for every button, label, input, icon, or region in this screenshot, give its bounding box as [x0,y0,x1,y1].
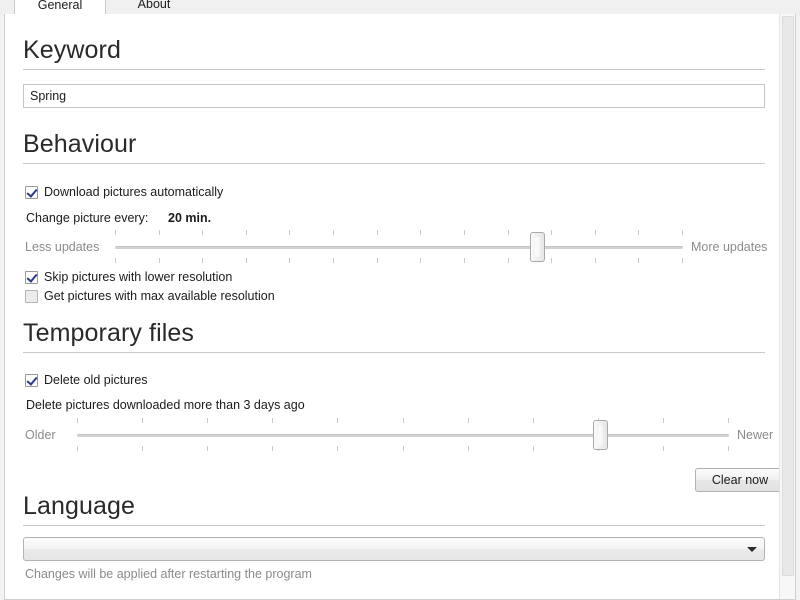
slider-tick [638,230,639,235]
slider-tick [246,230,247,235]
slider-tick [142,418,143,423]
slider-track [115,246,683,249]
max-res-label: Get pictures with max available resoluti… [44,289,275,303]
delete-old-label: Delete old pictures [44,373,148,387]
slider-tick [403,446,404,451]
settings-window: General About Keyword Behaviour Download… [0,0,800,600]
slider-tick [663,446,664,451]
slider-tick [403,418,404,423]
tab-general-label: General [37,0,83,12]
slider-tick [638,258,639,263]
slider-tick [377,258,378,263]
slider-tick [77,446,78,451]
tab-about-label: About [137,0,171,11]
slider-tick [159,258,160,263]
vertical-scrollbar[interactable] [779,14,795,599]
slider-tick [508,258,509,263]
keyword-section-heading: Keyword [23,36,765,70]
behaviour-section-heading: Behaviour [23,130,765,164]
scrollbar-thumb[interactable] [782,16,794,576]
slider-tick [115,258,116,263]
update-frequency-slider[interactable] [115,230,683,264]
checkbox-checked-icon[interactable] [25,374,38,387]
slider-tick [202,258,203,263]
settings-content: Keyword Behaviour Download pictures auto… [5,14,785,599]
checkbox-checked-icon[interactable] [25,271,38,284]
slider-tick [115,230,116,235]
slider-tick [595,230,596,235]
download-auto-checkbox-row[interactable]: Download pictures automatically [25,183,223,201]
max-res-checkbox-row[interactable]: Get pictures with max available resoluti… [25,287,275,305]
slider-older-label: Older [25,428,56,442]
slider-newer-label: Newer [737,428,774,442]
slider-tick [77,418,78,423]
language-select[interactable] [23,537,765,561]
slider-tick [551,258,552,263]
slider-ticks-top [77,418,729,423]
slider-tick [682,258,683,263]
slider-tick [337,446,338,451]
age-description-label: Delete pictures downloaded more than 3 d… [26,398,305,412]
delete-old-checkbox-row[interactable]: Delete old pictures [25,371,148,389]
slider-tick [464,258,465,263]
temporary-files-section-heading: Temporary files [23,319,765,353]
download-auto-label: Download pictures automatically [44,185,224,199]
slider-tick [333,258,334,263]
slider-more-updates-label: More updates [691,240,768,254]
slider-tick [420,230,421,235]
slider-tick [663,418,664,423]
keyword-input[interactable] [23,84,765,108]
slider-tick [533,418,534,423]
slider-tick [289,230,290,235]
slider-ticks-bottom [77,446,729,451]
skip-low-res-label: Skip pictures with lower resolution [44,270,233,284]
clear-now-button[interactable]: Clear now [695,468,785,492]
slider-tick [682,230,683,235]
slider-thumb[interactable] [530,232,545,262]
skip-low-res-checkbox-row[interactable]: Skip pictures with lower resolution [25,268,232,286]
language-restart-note: Changes will be applied after restarting… [25,567,312,581]
slider-ticks-bottom [115,258,683,263]
slider-tick [272,446,273,451]
chevron-down-icon [747,547,757,552]
slider-tick [468,446,469,451]
interval-value-label: 20 min. [168,211,212,225]
slider-tick [595,258,596,263]
checkbox-checked-icon[interactable] [25,186,38,199]
interval-prefix-label: Change picture every: [26,211,149,225]
slider-tick [508,230,509,235]
slider-tick [337,418,338,423]
slider-tick [728,446,729,451]
slider-tick [142,446,143,451]
slider-track [77,434,729,437]
slider-thumb[interactable] [593,420,608,450]
checkbox-unchecked-icon[interactable] [25,290,38,303]
slider-tick [159,230,160,235]
slider-tick [468,418,469,423]
file-age-slider[interactable] [77,418,729,452]
slider-tick [207,446,208,451]
language-section-heading: Language [23,492,765,526]
slider-tick [551,230,552,235]
slider-tick [728,418,729,423]
slider-less-updates-label: Less updates [25,240,100,254]
slider-tick [377,230,378,235]
slider-tick [202,230,203,235]
slider-tick [272,418,273,423]
slider-tick [333,230,334,235]
slider-tick [420,258,421,263]
slider-tick [207,418,208,423]
slider-tick [289,258,290,263]
general-tab-panel: Keyword Behaviour Download pictures auto… [4,14,796,600]
slider-tick [533,446,534,451]
slider-ticks-top [115,230,683,235]
slider-tick [246,258,247,263]
slider-tick [464,230,465,235]
